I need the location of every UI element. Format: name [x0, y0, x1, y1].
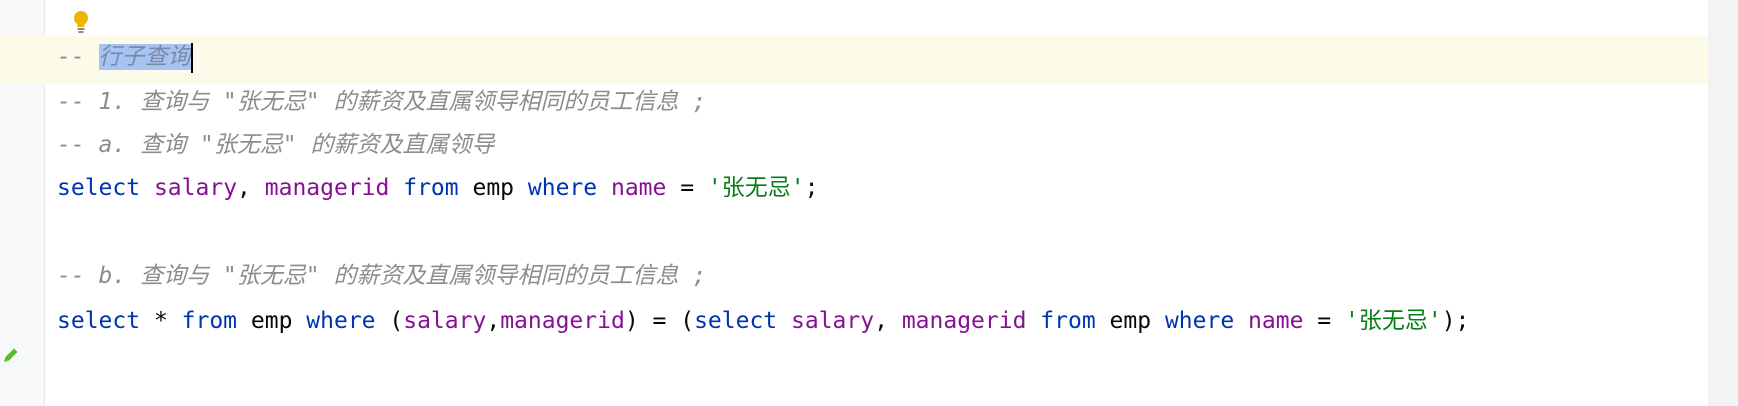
- edit-pencil-icon: [2, 344, 20, 362]
- separator: ,: [874, 308, 902, 334]
- column-name: name: [610, 175, 667, 201]
- keyword: from: [181, 308, 238, 334]
- code-line-5[interactable]: -- b. 查询与 "张无忌" 的薪资及直属领导相同的员工信息 ;: [57, 259, 706, 293]
- text-selection[interactable]: 行子查询: [98, 44, 191, 70]
- table-name: emp: [1095, 308, 1165, 334]
- code-line-1[interactable]: -- 行子查询: [57, 40, 193, 74]
- terminator: ;: [804, 175, 819, 201]
- column-name: salary: [153, 175, 238, 201]
- string-literal: '张无忌': [707, 175, 805, 201]
- lightbulb-icon[interactable]: [69, 8, 93, 36]
- current-line-highlight: [0, 36, 1738, 84]
- column-name: managerid: [264, 175, 390, 201]
- text-caret: [190, 42, 193, 73]
- terminator: );: [1441, 308, 1470, 334]
- code-line-4[interactable]: select salary, managerid from emp where …: [57, 171, 818, 205]
- table-name: emp: [237, 308, 307, 334]
- column-name: name: [1248, 308, 1304, 334]
- column-name: salary: [403, 308, 487, 334]
- separator: ,: [237, 175, 265, 201]
- code-editor[interactable]: -- 行子查询 -- 1. 查询与 "张无忌" 的薪资及直属领导相同的员工信息 …: [0, 0, 1738, 406]
- column-name: salary: [791, 308, 875, 334]
- column-name: managerid: [901, 308, 1027, 334]
- operator: ) = (: [624, 308, 695, 334]
- paren: (: [375, 308, 404, 334]
- keyword: from: [403, 175, 459, 201]
- code-line-3[interactable]: -- a. 查询 "张无忌" 的薪资及直属领导: [57, 128, 494, 162]
- operator: =: [1303, 308, 1345, 334]
- column-name: managerid: [500, 308, 625, 334]
- keyword: where: [527, 175, 598, 201]
- table-name: emp: [458, 175, 528, 201]
- keyword: select: [57, 308, 141, 334]
- code-line-2[interactable]: -- 1. 查询与 "张无忌" 的薪资及直属领导相同的员工信息 ;: [57, 85, 706, 119]
- separator: ,: [486, 308, 501, 334]
- wildcard: *: [140, 308, 182, 334]
- code-line-6[interactable]: select * from emp where (salary,manageri…: [57, 304, 1469, 338]
- keyword: from: [1040, 308, 1096, 334]
- keyword: where: [306, 308, 376, 334]
- keyword: select: [694, 308, 778, 334]
- keyword: select: [57, 175, 141, 201]
- keyword: where: [1164, 308, 1235, 334]
- comment-prefix: --: [57, 44, 99, 70]
- string-literal: '张无忌': [1344, 308, 1442, 334]
- operator: =: [666, 175, 708, 201]
- error-stripe: [1708, 0, 1738, 406]
